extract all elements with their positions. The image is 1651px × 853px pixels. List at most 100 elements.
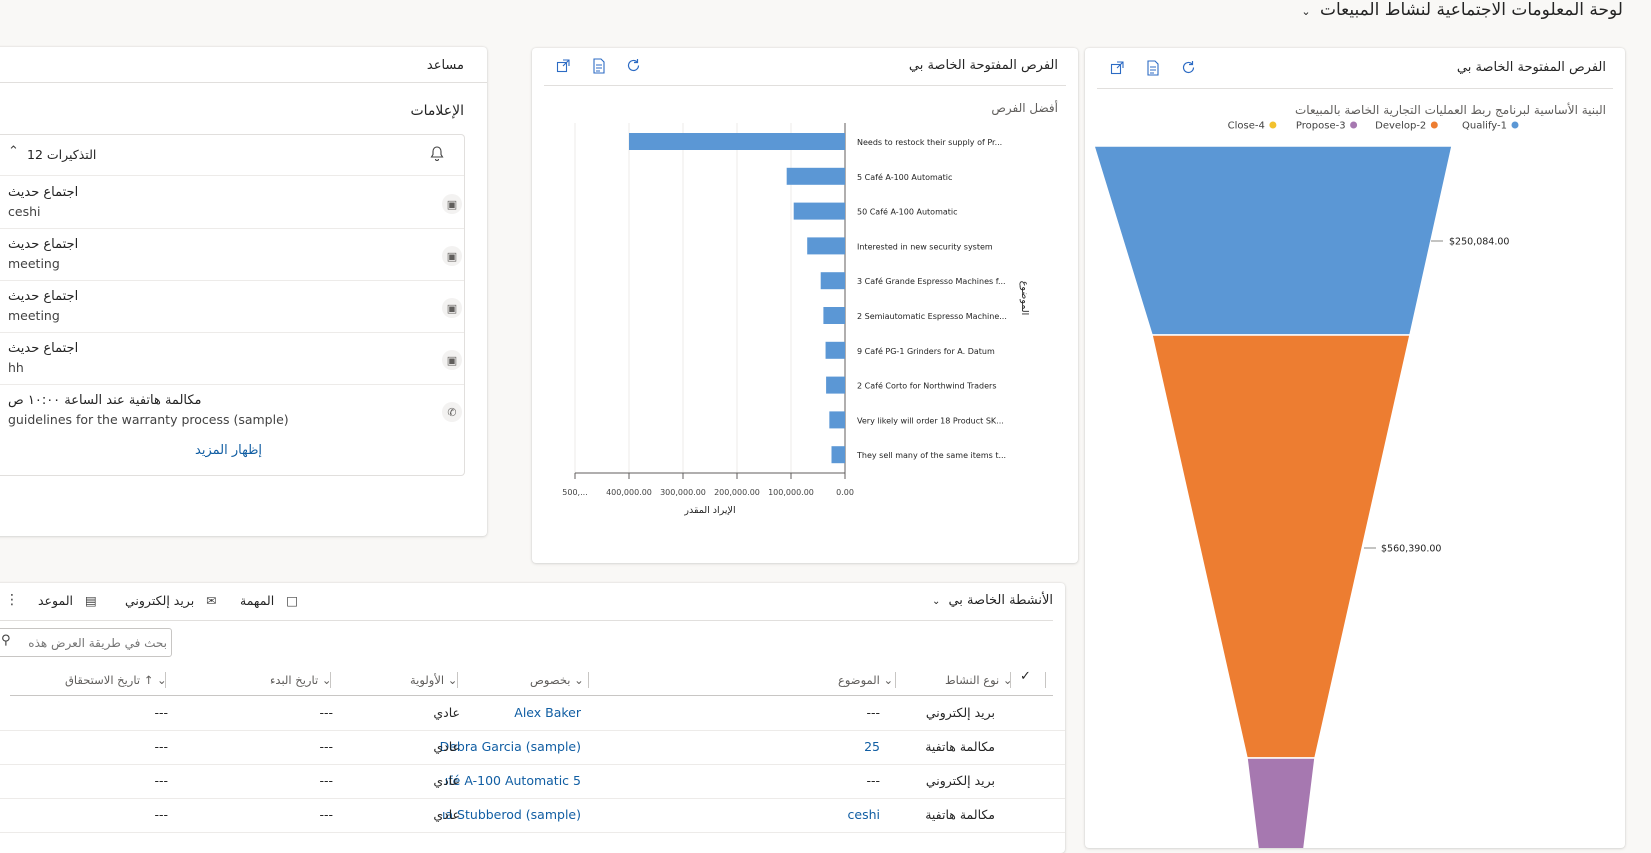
notification-title: مكالمة هاتفية عند الساعة ١٠:٠٠ ص [8, 393, 202, 408]
appointment-label: الموعد [38, 593, 73, 608]
reminders-header[interactable]: ⌃ 12 التذكيرات [0, 135, 464, 175]
cell-type: بريد إلكتروني [925, 705, 995, 720]
sort-up-icon: ↑ [143, 673, 154, 687]
notification-item[interactable]: اجتماع حديث meeting ▣ [0, 228, 480, 283]
cell-start: --- [319, 773, 333, 788]
cell-priority: عادي [433, 807, 460, 822]
funnel-chart-card: الفرص المفتوحة الخاصة بي البنية الأساسية… [1085, 48, 1625, 848]
table-row[interactable]: مكالمة هاتفية ceshi ıa Stubberod (sample… [0, 798, 1065, 833]
category-label: Interested in new security system [857, 242, 993, 251]
notification-subtitle: meeting [8, 256, 60, 271]
search-box[interactable]: ⚲ [0, 628, 172, 657]
funnel-card-title: الفرص المفتوحة الخاصة بي [1456, 60, 1606, 75]
calendar-icon: ▣ [442, 246, 462, 266]
bar [786, 167, 845, 185]
refresh-icon[interactable] [1181, 60, 1196, 75]
column-header-start[interactable]: تاريخ البدء ⌄ [270, 673, 331, 687]
column-label: الموضوع [838, 673, 880, 687]
expand-icon[interactable] [1110, 61, 1124, 75]
cell-regarding[interactable]: ıfé A-100 Automatic 5 [445, 773, 581, 788]
search-input[interactable] [17, 632, 169, 653]
cell-subject[interactable]: 25 [864, 739, 880, 754]
notification-item[interactable]: اجتماع حديث ceshi ▣ [0, 176, 480, 231]
table-row[interactable]: بريد إلكتروني --- ıfé A-100 Automatic 5 … [0, 764, 1065, 799]
mail-icon: ✉ [206, 593, 217, 608]
bar [831, 446, 845, 464]
category-label: Very likely will order 18 Product SK... [857, 416, 1004, 425]
bar-card-title: الفرص المفتوحة الخاصة بي [908, 58, 1058, 73]
expand-icon[interactable] [556, 59, 570, 73]
legend-swatch [1350, 121, 1358, 129]
notification-title: اجتماع حديث [8, 341, 79, 356]
cell-regarding[interactable]: ıa Stubberod (sample) [442, 807, 581, 822]
chevron-down-icon: ⌄ [321, 673, 332, 687]
notification-item[interactable]: اجتماع حديث meeting ▣ [0, 280, 480, 335]
activities-view-selector[interactable]: الأنشطة الخاصة بي ⌄ [932, 593, 1053, 608]
cell-due: --- [154, 739, 168, 754]
x-tick-label: 200,000.00 [714, 488, 760, 497]
cell-subject: --- [866, 705, 880, 720]
export-report-icon[interactable] [1146, 60, 1160, 76]
category-label: They sell many of the same items t... [856, 451, 1006, 460]
bar-chart-title: أفضل الفرص [991, 101, 1058, 115]
column-header-type[interactable]: نوع النشاط ⌄ [945, 673, 1013, 687]
funnel-stage [1092, 145, 1453, 336]
category-label: 2 Café Corto for Northwind Traders [857, 381, 996, 391]
table-row[interactable]: مكالمة هاتفية 25 Debra Garcia (sample) ع… [0, 730, 1065, 765]
legend-label: Develop-2 [1375, 121, 1426, 132]
legend-label: Propose-3 [1296, 121, 1346, 132]
notifications-heading: الإعلامات [410, 103, 464, 119]
funnel-chart-title: البنية الأساسية لبرنامج ربط العمليات الت… [1294, 103, 1606, 117]
bar [829, 411, 845, 429]
reminders-panel: ⌃ 12 التذكيرات اجتماع حديث ceshi ▣ اجتما… [0, 134, 465, 476]
notification-item[interactable]: مكالمة هاتفية عند الساعة ١٠:٠٠ ص guideli… [0, 384, 480, 439]
legend-swatch [1269, 121, 1277, 129]
funnel-chart: Qualify-1 Develop-2 Propose-3 Close-4 $250,0… [1092, 121, 1519, 848]
cell-regarding[interactable]: Debra Garcia (sample) [440, 739, 581, 754]
bar [629, 133, 845, 150]
x-tick-label: 500,... [562, 488, 587, 497]
new-email-button[interactable]: بريد إلكتروني ✉ [125, 593, 217, 608]
column-header-due[interactable]: تاريخ الاستحقاق ↑ ⌄ [65, 673, 167, 687]
cell-regarding[interactable]: Alex Baker [514, 705, 581, 720]
assistant-title: مساعد [426, 58, 464, 73]
category-label: 2 Semiautomatic Espresso Machine... [857, 312, 1007, 321]
notification-title: اجتماع حديث [8, 237, 79, 252]
chevron-down-icon: ⌄ [447, 673, 458, 687]
page-title[interactable]: لوحة المعلومات الاجتماعية لنشاط المبيعات… [1301, 0, 1623, 20]
data-label: $560,390.00 [1381, 544, 1441, 555]
calendar-icon: ▣ [442, 350, 462, 370]
notification-item[interactable]: اجتماع حديث hh ▣ [0, 332, 480, 387]
chevron-down-icon: ⌄ [1002, 673, 1013, 687]
refresh-icon[interactable] [626, 58, 641, 73]
column-header-regarding[interactable]: بخصوص ⌄ [530, 673, 584, 687]
x-tick-label: 400,000.00 [606, 488, 652, 497]
column-label: نوع النشاط [945, 673, 1000, 687]
legend-item: Develop-2 [1375, 121, 1438, 132]
funnel-stage [1151, 334, 1411, 759]
cell-type: مكالمة هاتفية [925, 807, 995, 822]
cell-subject: --- [866, 773, 880, 788]
legend-item: Qualify-1 [1462, 121, 1519, 132]
export-report-icon[interactable] [592, 58, 606, 74]
column-label: بخصوص [530, 673, 571, 687]
legend-label: Qualify-1 [1462, 121, 1507, 132]
activities-card: الأنشطة الخاصة بي ⌄ ⋮ الموعد ▤ بريد إلكت… [0, 583, 1065, 853]
reminders-label: 12 التذكيرات [27, 147, 97, 162]
cell-subject[interactable]: ceshi [848, 807, 880, 822]
select-all-checkbox[interactable]: ✓ [1020, 669, 1031, 684]
table-row[interactable]: بريد إلكتروني --- Alex Baker عادي --- --… [0, 696, 1065, 731]
column-header-priority[interactable]: الأولوية ⌄ [410, 673, 457, 687]
notification-subtitle: guidelines for the warranty process (sam… [8, 412, 289, 427]
column-header-subject[interactable]: الموضوع ⌄ [838, 673, 893, 687]
show-more-link[interactable]: إظهار المزيد [195, 443, 262, 458]
cell-type: مكالمة هاتفية [925, 739, 995, 754]
new-task-button[interactable]: المهمة □ [240, 593, 298, 608]
category-label: Needs to restock their supply of Pr... [857, 138, 1002, 147]
new-appointment-button[interactable]: الموعد ▤ [38, 593, 97, 608]
task-label: المهمة [240, 593, 275, 608]
notification-subtitle: ceshi [8, 204, 41, 219]
more-commands-button[interactable]: ⋮ [5, 592, 19, 608]
chevron-up-icon[interactable]: ⌃ [8, 144, 19, 159]
category-label: 9 Café PG-1 Grinders for A. Datum [857, 346, 995, 356]
